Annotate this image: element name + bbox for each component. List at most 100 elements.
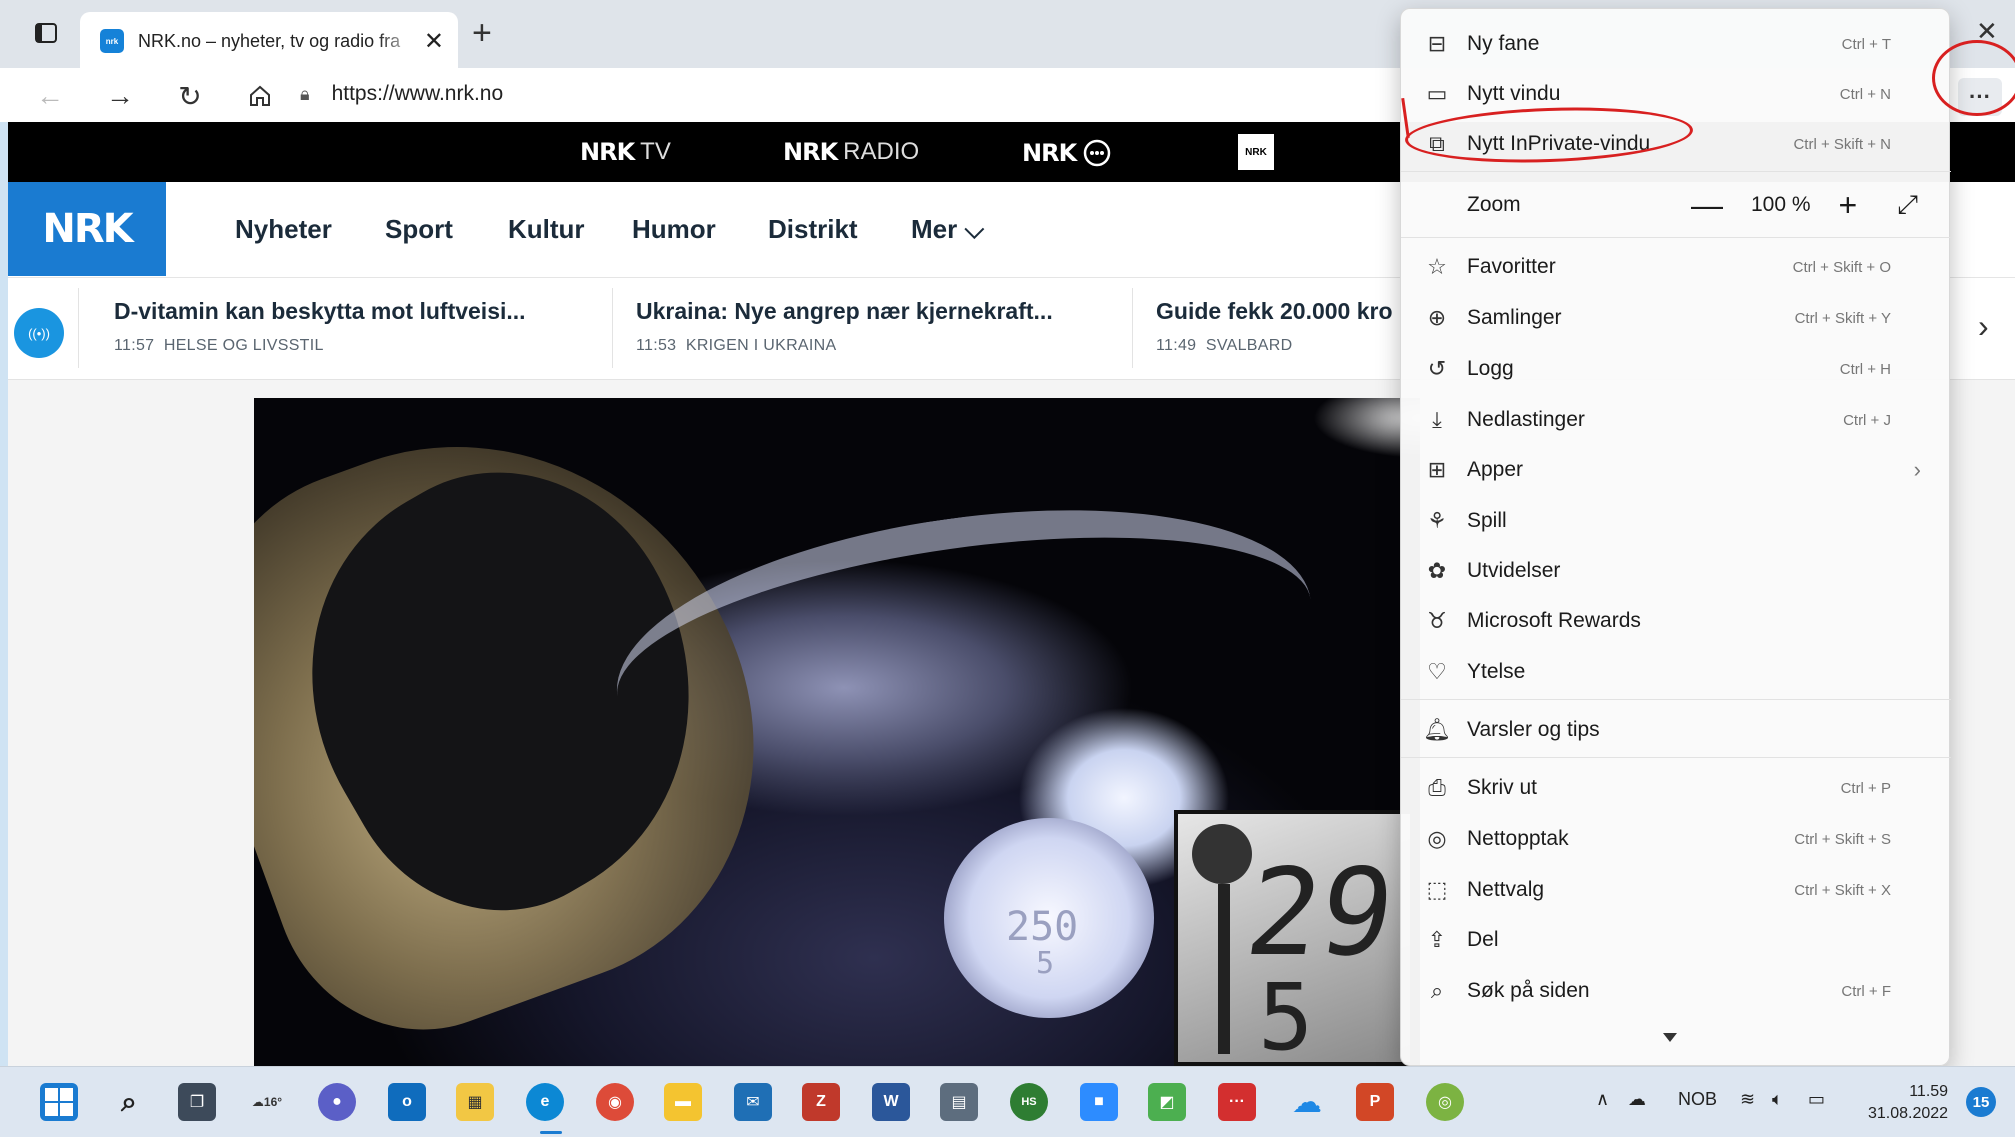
new-tab-button[interactable]: + [472,14,492,53]
nrk-radio-link[interactable]: NRK RADIO [783,138,919,166]
menu-item-notifications[interactable]: 🔔︎ Varsler og tips [1401,706,1951,754]
menu-item-label: Ny fane [1467,32,1540,55]
menu-item-label: Favoritter [1467,255,1556,278]
ticker-meta: 11:57 HELSE OG LIVSSTIL [114,337,526,355]
powerpoint-icon[interactable]: P [1356,1083,1394,1121]
filezilla-icon[interactable]: Z [802,1083,840,1121]
nrk-tv-link[interactable]: NRK TV [580,138,671,166]
ticker-headline: D-vitamin kan beskytta mot luftveisi... [114,298,526,324]
word-icon[interactable]: W [872,1083,910,1121]
menu-item-shortcut: Ctrl + Skift + Y [1794,309,1891,327]
weather-icon[interactable]: ☁ 16° [248,1083,286,1121]
nrk-logo[interactable]: NRK [8,182,166,276]
menu-item-label: Varsler og tips [1467,718,1600,741]
file-explorer-icon[interactable]: ▬ [664,1083,702,1121]
clock[interactable]: 11.59 31.08.2022 [1868,1081,1948,1125]
ticker-category: SVALBARD [1205,337,1293,354]
zoom-in-button[interactable]: + [1839,187,1858,224]
menu-item-web-select[interactable]: ⬚ Nettvalg Ctrl + Skift + X [1401,866,1951,914]
nav-item-kultur[interactable]: Kultur [508,214,585,245]
back-icon[interactable]: ← [34,80,66,112]
ticker-next-icon[interactable]: › [1978,308,1989,345]
menu-item-screenshot[interactable]: ◎ Nettopptak Ctrl + Skift + S [1401,815,1951,863]
start-icon[interactable] [40,1083,78,1121]
menu-item-games[interactable]: ⚘ Spill [1401,497,1951,545]
menu-item-new-tab[interactable]: ⊟ Ny fane Ctrl + T [1401,20,1951,68]
search-icon[interactable]: ⌕ [110,1083,148,1121]
battery-icon[interactable]: ▭ [1808,1089,1825,1110]
menu-more-chevron-icon[interactable] [1663,1033,1677,1042]
menu-item-find[interactable]: ⌕ Søk på siden Ctrl + F [1401,967,1951,1015]
nav-item-nyheter[interactable]: Nyheter [235,214,332,245]
windows-taskbar: ⌕ ❐ ☁ 16° ● o ▦ e ◉ ▬ ✉ Z W ▤ HS ■ ◩ ··· … [0,1066,2015,1137]
wifi-icon[interactable]: ≋ [1740,1089,1755,1110]
home-icon[interactable] [244,80,276,112]
menu-item-label: Zoom [1467,193,1521,216]
task-view-icon[interactable]: ❐ [178,1083,216,1121]
menu-item-share[interactable]: ⇪ Del [1401,916,1951,964]
app-icon[interactable]: ▤ [940,1083,978,1121]
annotation-circle [1932,40,2015,116]
menu-item-label: Nedlastinger [1467,408,1585,431]
menu-item-shortcut: Ctrl + Skift + N [1793,135,1891,153]
tray-cloud-icon[interactable]: ☁ [1628,1089,1646,1110]
tray-chevron-icon[interactable]: ∧ [1596,1089,1609,1110]
nrk-super-link[interactable]: NRK [1022,138,1112,168]
clock-date: 31.08.2022 [1868,1105,1949,1122]
nav-item-humor[interactable]: Humor [632,214,716,245]
refresh-icon[interactable]: ↻ [174,80,206,112]
menu-item-apps[interactable]: ⊞ Apper › [1401,446,1951,494]
volume-icon[interactable]: 🔈︎ [1772,1089,1783,1110]
menu-item-shortcut: Ctrl + N [1839,85,1891,103]
downloads-icon: ⤓ [1432,407,1442,432]
menu-item-collections[interactable]: ⊕ Samlinger Ctrl + Skift + Y [1401,294,1951,342]
zoom-value: 100 % [1751,193,1811,216]
outlook-icon[interactable]: o [388,1083,426,1121]
nrk-tegnspraak-icon[interactable]: NRK [1238,134,1274,170]
chrome-icon[interactable]: ◉ [596,1083,634,1121]
image-app-icon[interactable]: ◩ [1148,1083,1186,1121]
menu-item-label: Utvidelser [1467,559,1561,582]
calendar-icon[interactable]: ▦ [456,1083,494,1121]
app-globe-icon[interactable]: ◎ [1426,1083,1464,1121]
fullscreen-icon[interactable]: ⤢ [1897,189,1918,221]
menu-item-extensions[interactable]: ✿ Utvidelser [1401,547,1951,595]
menu-divider [1401,171,1951,172]
ticker-item[interactable]: D-vitamin kan beskytta mot luftveisi... … [114,298,526,355]
nav-item-sport[interactable]: Sport [385,214,453,245]
nav-item-distrikt[interactable]: Distrikt [768,214,858,245]
language-indicator[interactable]: NOB [1678,1089,1717,1110]
active-tab[interactable]: nrk NRK.no – nyheter, tv og radio fra ✕ [80,12,458,70]
ticker-item[interactable]: Guide fekk 20.000 kro 11:49 SVALBARD [1156,298,1393,355]
tab-close-icon[interactable]: ✕ [424,27,444,56]
app-red-icon[interactable]: ··· [1218,1083,1256,1121]
ticker-item[interactable]: Ukraina: Nye angrep nær kjernekraft... 1… [636,298,1053,355]
onedrive-icon[interactable]: ☁ [1288,1083,1326,1121]
menu-item-favorites[interactable]: ☆ Favoritter Ctrl + Skift + O [1401,243,1951,291]
ticker-divider [1132,288,1133,368]
chat-icon[interactable]: ● [318,1083,356,1121]
video-player[interactable]: 250 5 29 5 [254,398,1420,1066]
tab-actions-button[interactable] [28,16,64,50]
menu-item-rewards[interactable]: ♉︎ Microsoft Rewards [1401,597,1951,645]
zoom-out-button[interactable]: — [1691,187,1723,224]
new-tab-icon: ⊟ [1427,31,1447,56]
video-lcd-knob [1192,824,1252,884]
menu-item-new-window[interactable]: ▭ Nytt vindu Ctrl + N [1401,70,1951,118]
menu-item-label: Spill [1467,509,1507,532]
menu-item-print[interactable]: ⎙ Skriv ut Ctrl + P [1401,764,1951,812]
menu-item-history[interactable]: ↺ Logg Ctrl + H [1401,345,1951,393]
url-field[interactable]: 🔒︎ https://www.nrk.no [300,74,1400,114]
hs-icon[interactable]: HS [1010,1083,1048,1121]
forward-icon[interactable]: → [104,80,136,112]
notification-badge[interactable]: 15 [1966,1087,1996,1117]
zoom-app-icon[interactable]: ■ [1080,1083,1118,1121]
mail-icon[interactable]: ✉ [734,1083,772,1121]
lock-icon[interactable]: 🔒︎ [300,84,310,105]
edge-icon[interactable]: e [526,1083,564,1121]
print-icon: ⎙ [1428,775,1446,800]
nav-item-mer[interactable]: Mer ⌵ [911,214,984,246]
menu-item-label: Skriv ut [1467,776,1538,799]
menu-item-downloads[interactable]: ⤓ Nedlastinger Ctrl + J [1401,396,1951,444]
menu-item-performance[interactable]: ♡ Ytelse [1401,648,1951,696]
